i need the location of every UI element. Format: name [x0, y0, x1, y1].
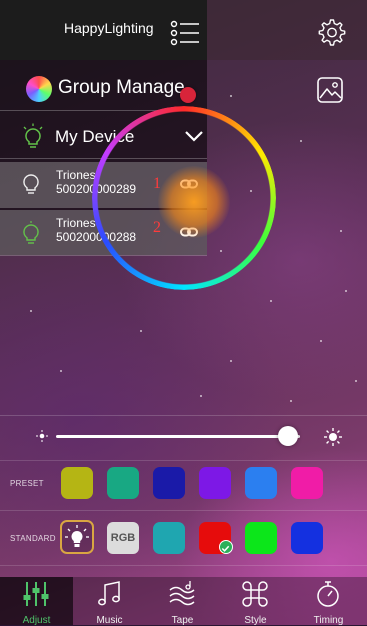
bottom-nav: Adjust Music Tape Style Timing	[0, 577, 367, 626]
standard-color-swatch[interactable]	[245, 522, 277, 554]
menu-list-icon[interactable]	[170, 20, 200, 46]
standard-bulb-button[interactable]	[60, 520, 94, 554]
preset-color-swatch[interactable]	[153, 467, 185, 499]
color-orb-icon	[26, 76, 52, 102]
sun-large-icon	[324, 428, 342, 446]
brightness-row	[0, 415, 367, 461]
top-bar: HappyLighting	[0, 0, 367, 60]
command-icon	[242, 581, 268, 607]
preset-color-swatch[interactable]	[107, 467, 139, 499]
sun-small-icon	[36, 430, 48, 442]
group-manage-label[interactable]: Group Manage	[58, 77, 185, 99]
music-note-icon	[98, 581, 120, 606]
standard-label: STANDARD	[10, 534, 56, 543]
bulb-icon	[23, 123, 43, 148]
tab-style[interactable]: Style	[219, 577, 292, 626]
bulb-rays-icon	[65, 525, 89, 547]
rgb-button[interactable]: RGB	[107, 522, 139, 554]
bulb-icon	[23, 221, 39, 244]
image-icon[interactable]	[316, 76, 344, 104]
divider	[0, 460, 367, 461]
divider	[0, 565, 367, 566]
divider	[0, 510, 367, 511]
timer-icon	[317, 581, 339, 607]
preset-label: PRESET	[10, 479, 44, 488]
color-wheel-knob[interactable]	[180, 87, 196, 103]
preset-color-swatch[interactable]	[61, 467, 93, 499]
tab-adjust[interactable]: Adjust	[0, 577, 73, 626]
bulb-icon	[23, 174, 39, 194]
standard-color-swatch[interactable]	[153, 522, 185, 554]
tab-timing[interactable]: Timing	[292, 577, 365, 626]
standard-color-swatch[interactable]	[291, 522, 323, 554]
tape-wave-icon	[169, 581, 195, 606]
brightness-slider-thumb[interactable]	[277, 426, 298, 446]
check-icon	[219, 540, 233, 554]
preset-color-swatch[interactable]	[291, 467, 323, 499]
preset-color-swatch[interactable]	[199, 467, 231, 499]
sliders-icon	[23, 582, 49, 606]
tab-music[interactable]: Music	[73, 577, 146, 626]
app-title: HappyLighting	[64, 20, 154, 36]
selected-color-glow	[158, 166, 230, 238]
tab-tape[interactable]: Tape	[146, 577, 219, 626]
brightness-slider-track[interactable]	[56, 435, 300, 438]
preset-color-swatch[interactable]	[245, 467, 277, 499]
gear-icon[interactable]	[316, 17, 346, 47]
